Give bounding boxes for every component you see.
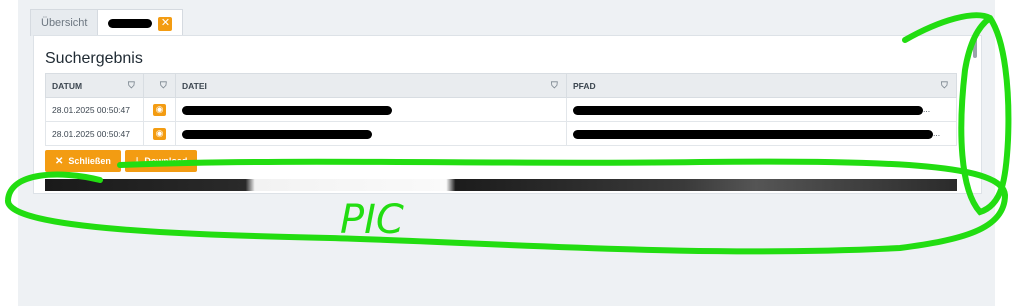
annotation-overlay: PIC — [5, 12, 1012, 255]
annotation-text: PIC — [340, 197, 404, 243]
page: Übersicht ✕ Suchergebnis DATUM ⛉ ⛉ DATEI… — [0, 0, 1035, 306]
annotation-loop — [5, 158, 1009, 255]
